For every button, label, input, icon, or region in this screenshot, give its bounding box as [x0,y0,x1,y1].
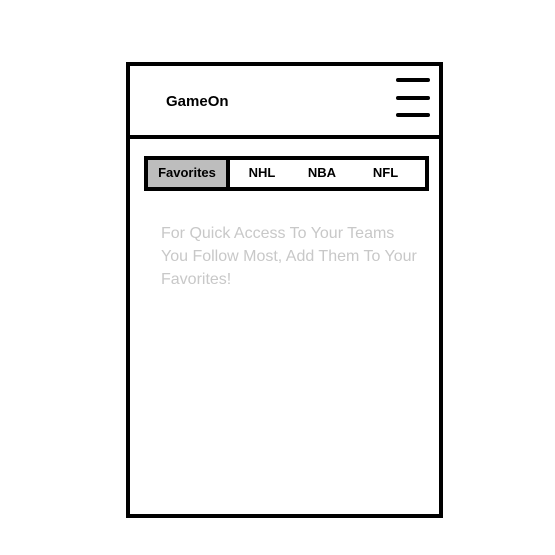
app-header: GameOn [130,66,439,139]
tab-nhl[interactable]: NHL [230,160,294,187]
tab-nfl[interactable]: NFL [350,160,421,187]
hamburger-menu-icon[interactable] [396,76,430,117]
tab-nba[interactable]: NBA [294,160,350,187]
app-title: GameOn [166,93,229,110]
league-tabs: Favorites NHL NBA NFL [144,156,429,191]
menu-bar [396,113,430,117]
tab-favorites[interactable]: Favorites [148,160,230,187]
phone-frame: GameOn Favorites NHL NBA NFL For Quick A… [126,62,443,518]
menu-bar [396,96,430,100]
favorites-empty-message: For Quick Access To Your Teams You Follo… [161,225,417,288]
menu-bar [396,78,430,82]
